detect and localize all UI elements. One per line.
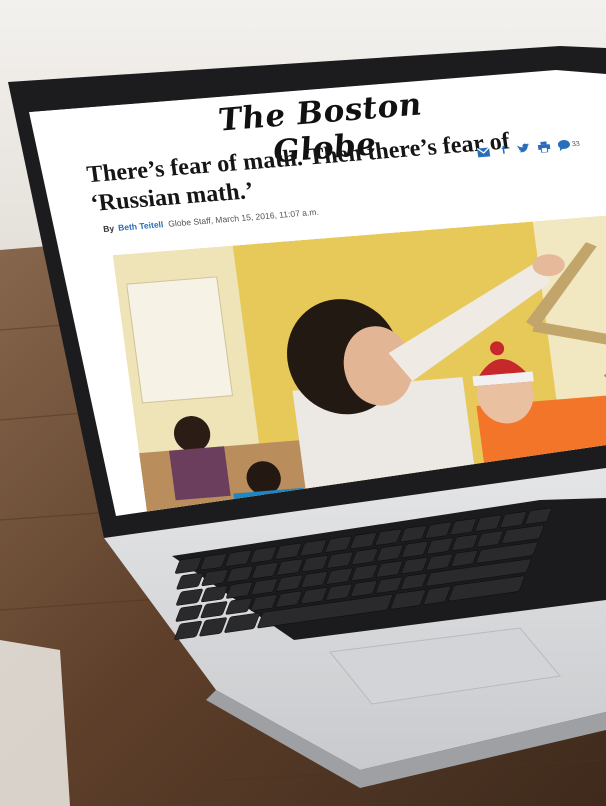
email-icon[interactable] [476, 145, 491, 159]
byline-prefix: By [102, 223, 115, 234]
author-link[interactable]: Beth Teitell [117, 219, 164, 233]
comment-count[interactable]: 33 [572, 141, 581, 149]
twitter-icon[interactable] [516, 142, 531, 156]
print-icon[interactable] [536, 140, 551, 154]
comment-icon[interactable] [556, 139, 571, 153]
facebook-icon[interactable]: f [496, 143, 511, 157]
